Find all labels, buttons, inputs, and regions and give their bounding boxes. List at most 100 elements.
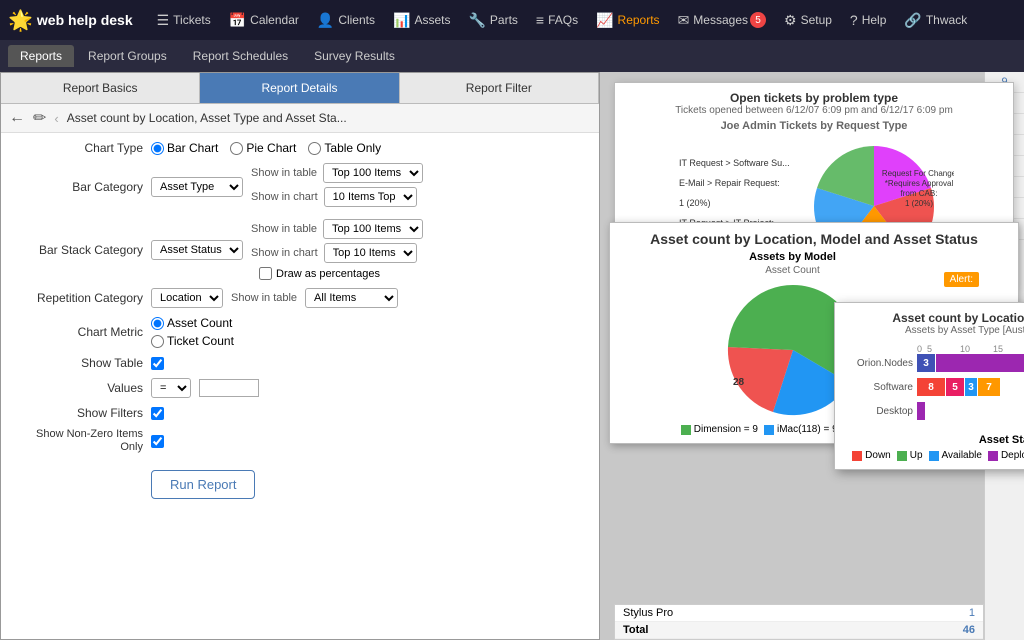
main-content: Report BasicsReport DetailsReport Filter… <box>0 72 1024 640</box>
values-select[interactable]: = > < <box>151 378 191 398</box>
repetition-select[interactable]: Location None <box>151 288 223 308</box>
bar-chart-area: 0 5 10 15 20 25 30 Orion.Nodes 3 37 <box>843 340 1024 430</box>
help-icon: ? <box>850 12 858 28</box>
show-table-main-controls <box>151 357 164 370</box>
subnav-item-report-groups[interactable]: Report Groups <box>76 45 179 67</box>
asset-count-label: Asset Count <box>167 316 232 330</box>
bar-label-software: Software <box>843 382 913 393</box>
card1-subtitle: Tickets opened between 6/12/07 6:09 pm a… <box>623 105 1005 116</box>
subnav-item-survey-results[interactable]: Survey Results <box>302 45 407 67</box>
show-table-row1: Show in table Top 100 Items All Items <box>251 163 423 183</box>
bar-chart-card: Asset count by Location, Asset Type and.… <box>834 302 1024 470</box>
nav-item-thwack[interactable]: 🔗Thwack <box>896 8 975 33</box>
edit-button[interactable]: ✏ <box>33 108 46 128</box>
show-chart-select1[interactable]: 10 Items Top Top 10 Items All Items <box>324 187 417 207</box>
bar-category-row: Bar Category Asset Type Asset Status Loc… <box>13 163 587 211</box>
up-dot <box>897 451 907 461</box>
bar-chart-option[interactable]: Bar Chart <box>151 141 218 155</box>
chart-type-radio-group: Bar Chart Pie Chart Table Only <box>151 141 381 155</box>
up-label: Up <box>910 450 923 461</box>
legend-down: Down <box>852 450 891 461</box>
subnav-item-reports[interactable]: Reports <box>8 45 74 67</box>
show-filters-checkbox[interactable] <box>151 407 164 420</box>
nav-item-parts[interactable]: 🔧Parts <box>460 8 525 33</box>
show-filters-row: Show Filters <box>13 406 587 420</box>
show-nonzero-checkbox[interactable] <box>151 435 164 448</box>
nav-item-calendar[interactable]: 📅Calendar <box>221 8 307 33</box>
nav-item-reports[interactable]: 📈Reports <box>588 8 667 33</box>
show-table-checkbox[interactable] <box>151 357 164 370</box>
pie-chart-option[interactable]: Pie Chart <box>230 141 296 155</box>
show-chart-select2[interactable]: Top 10 Items All Items <box>324 243 417 263</box>
clients-label: Clients <box>338 13 375 27</box>
nav-item-setup[interactable]: ⚙Setup <box>776 8 840 33</box>
show-table-main-label: Show Table <box>13 356 143 370</box>
ticket-count-option[interactable]: Ticket Count <box>151 334 234 348</box>
down-label: Down <box>865 450 891 461</box>
bar-row-orion: Orion.Nodes 3 37 <box>843 354 1024 372</box>
values-input[interactable] <box>199 379 259 397</box>
bar-stack-select[interactable]: Asset Status Asset Type <box>151 240 243 260</box>
dimension-label: Dimension = 9 <box>694 424 758 435</box>
panel-tab-report-filter[interactable]: Report Filter <box>400 73 599 103</box>
thwack-label: Thwack <box>926 13 967 27</box>
bar-segments-desktop <box>917 402 925 420</box>
bar-label-orion: Orion.Nodes <box>843 358 913 369</box>
messages-label: Messages <box>693 13 748 27</box>
panel-toolbar: ← ✏ ‹ Asset count by Location, Asset Typ… <box>1 104 599 133</box>
deployed-dot <box>988 451 998 461</box>
sw-seg2: 5 <box>946 378 964 396</box>
assets-icon: 📊 <box>393 12 410 29</box>
bar-category-controls: Asset Type Asset Status Location Show in… <box>151 163 423 211</box>
show-table-select2[interactable]: Top 100 Items All Items <box>323 219 423 239</box>
chart-type-row: Chart Type Bar Chart Pie Chart Table Onl… <box>13 141 587 155</box>
bar-category-select[interactable]: Asset Type Asset Status Location <box>151 177 243 197</box>
nav-item-faqs[interactable]: ≡FAQs <box>528 8 586 32</box>
values-label: Values <box>13 381 143 395</box>
imac-label: iMac(118) = 9 <box>777 424 838 435</box>
nav-item-tickets[interactable]: ☰Tickets <box>149 8 219 33</box>
bar-stack-controls: Asset Status Asset Type Show in table To… <box>151 219 423 280</box>
svg-text:1 (20%): 1 (20%) <box>679 198 711 208</box>
chart-cards: Open tickets by problem type Tickets ope… <box>594 72 1024 640</box>
nav-item-help[interactable]: ?Help <box>842 8 894 32</box>
table-only-option[interactable]: Table Only <box>308 141 381 155</box>
subnav-item-report-schedules[interactable]: Report Schedules <box>181 45 300 67</box>
nav-item-clients[interactable]: 👤Clients <box>309 8 383 33</box>
svg-text:1 (20%): 1 (20%) <box>905 199 933 208</box>
bar-stack-row: Bar Stack Category Asset Status Asset Ty… <box>13 219 587 280</box>
nav-item-messages[interactable]: ✉Messages5 <box>670 8 774 33</box>
bar-segments-orion: 3 37 <box>917 354 1024 372</box>
total-label: Total <box>623 624 648 636</box>
bottom-table: Stylus Pro 1 Total 46 <box>614 604 984 640</box>
stylus-label: Stylus Pro <box>623 607 673 619</box>
repetition-label: Repetition Category <box>13 291 143 305</box>
desktop-seg1 <box>917 402 925 420</box>
panel-tab-report-details[interactable]: Report Details <box>200 73 399 103</box>
asset-count-option[interactable]: Asset Count <box>151 316 234 330</box>
bar-segments-software: 8 5 3 7 <box>917 378 1000 396</box>
draw-pct-checkbox[interactable] <box>259 267 272 280</box>
reports-icon: 📈 <box>596 12 613 29</box>
top-nav: 🌟 web help desk ☰Tickets📅Calendar👤Client… <box>0 0 1024 40</box>
messages-icon: ✉ <box>678 12 690 29</box>
stylus-value: 1 <box>969 607 975 619</box>
chart-type-controls: Bar Chart Pie Chart Table Only <box>151 141 381 155</box>
run-report-button[interactable]: Run Report <box>151 470 255 499</box>
chart-metric-controls: Asset Count Ticket Count <box>151 316 234 348</box>
chart-metric-row: Chart Metric Asset Count Ticket Count <box>13 316 587 348</box>
card2-inner-title: Assets by Model <box>618 251 967 263</box>
show-table-select3[interactable]: All Items Top 10 Items <box>305 288 398 308</box>
back-button[interactable]: ← <box>9 109 25 127</box>
show-nonzero-label: Show Non-Zero Items Only <box>13 428 143 454</box>
setup-label: Setup <box>801 13 832 27</box>
down-dot <box>852 451 862 461</box>
left-panel: Report BasicsReport DetailsReport Filter… <box>0 72 600 640</box>
show-table-select1[interactable]: Top 100 Items All Items <box>323 163 423 183</box>
chart-metric-label: Chart Metric <box>13 325 143 339</box>
panel-tab-report-basics[interactable]: Report Basics <box>1 73 200 103</box>
nav-item-assets[interactable]: 📊Assets <box>385 8 458 33</box>
bar-label-desktop: Desktop <box>843 406 913 417</box>
values-controls: = > < <box>151 378 259 398</box>
faqs-icon: ≡ <box>536 12 544 28</box>
